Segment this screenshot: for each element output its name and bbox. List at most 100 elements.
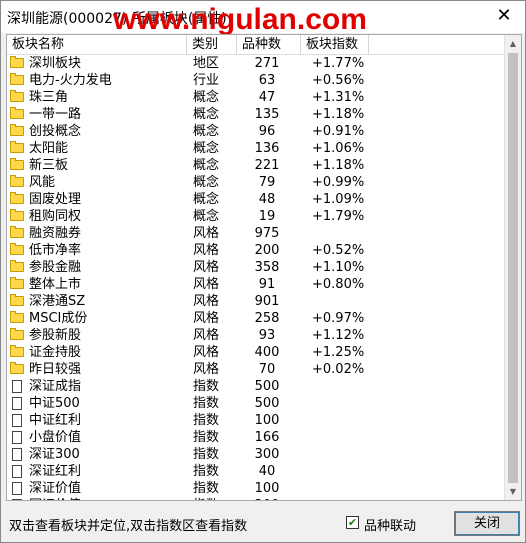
table-row[interactable]: 一带一路 概念 135 +1.18% [7, 106, 504, 123]
sector-name: 珠三角 [29, 90, 69, 105]
table-row[interactable]: 证金持股 风格 400 +1.25% [7, 344, 504, 361]
table-row[interactable]: 租购同权 概念 19 +1.79% [7, 208, 504, 225]
sector-change: +0.99% [312, 175, 365, 190]
folder-icon [10, 90, 24, 102]
link-checkbox[interactable]: ✔ [346, 516, 359, 529]
close-icon[interactable]: ✕ [493, 5, 515, 27]
sector-list[interactable]: 板块名称 类别 品种数 板块指数 深圳板块 地区 271 +1.77% 电力-火力发电 行… [6, 34, 522, 501]
sector-change: +1.25% [312, 345, 365, 360]
column-header-index[interactable]: 板块指数 [301, 35, 369, 54]
table-row[interactable]: 电力-火力发电 行业 63 +0.56% [7, 72, 504, 89]
sector-count: 93 [258, 328, 276, 343]
sector-type: 风格 [193, 328, 220, 343]
sector-name: 深证红利 [29, 464, 82, 479]
sector-type: 指数 [193, 430, 220, 445]
sector-count: 271 [254, 56, 280, 71]
table-row[interactable]: 低市净率 风格 200 +0.52% [7, 242, 504, 259]
doc-icon [12, 397, 22, 410]
table-row[interactable]: 新三板 概念 221 +1.18% [7, 157, 504, 174]
table-row[interactable]: 中证红利 指数 100 [7, 412, 504, 429]
sector-change: +1.18% [312, 158, 365, 173]
sector-count: 400 [254, 345, 280, 360]
sector-type: 风格 [193, 243, 220, 258]
table-row[interactable]: 参股金融 风格 358 +1.10% [7, 259, 504, 276]
sector-type: 指数 [193, 464, 220, 479]
sector-type: 指数 [193, 497, 219, 500]
folder-icon [10, 226, 24, 238]
list-body: 深圳板块 地区 271 +1.77% 电力-火力发电 行业 63 +0.56% 珠三角 概念 47 +… [7, 55, 504, 500]
sector-name: 太阳能 [29, 141, 69, 156]
sector-change: +0.56% [312, 73, 365, 88]
folder-icon [10, 175, 24, 187]
link-checkbox-label[interactable]: 品种联动 [364, 515, 416, 534]
title-bar[interactable]: 深圳能源(000027) 所属板块(属性) www.nigulan.com ✕ [1, 1, 525, 36]
sector-type: 风格 [193, 362, 220, 377]
sector-name: 创投概念 [29, 124, 82, 139]
sector-count: 258 [254, 311, 280, 326]
folder-icon [10, 209, 24, 221]
folder-icon [10, 73, 24, 85]
table-row[interactable]: 创投概念 概念 96 +0.91% [7, 123, 504, 140]
vertical-scrollbar[interactable]: ▲ ▼ [504, 35, 521, 500]
close-button[interactable]: 关闭 [454, 511, 520, 536]
sector-type: 风格 [193, 260, 220, 275]
folder-icon [10, 345, 24, 357]
table-row[interactable]: 珠三角 概念 47 +1.31% [7, 89, 504, 106]
column-header-type[interactable]: 类别 [187, 35, 237, 54]
scroll-thumb[interactable] [508, 53, 518, 483]
sector-name: 昨日较强 [29, 362, 82, 377]
table-row[interactable]: 小盘价值 指数 166 [7, 429, 504, 446]
folder-icon [10, 107, 24, 119]
sector-type: 风格 [193, 226, 220, 241]
sector-type: 概念 [193, 90, 220, 105]
watermark: www.nigulan.com [113, 3, 367, 36]
scroll-up-icon[interactable]: ▲ [505, 35, 521, 52]
sector-name: 一带一路 [29, 107, 82, 122]
sector-change: +0.80% [312, 277, 365, 292]
sector-name: 风能 [29, 175, 56, 190]
sector-count: 47 [258, 90, 276, 105]
sector-change: +1.18% [312, 107, 365, 122]
folder-icon [10, 277, 24, 289]
sector-type: 指数 [193, 447, 220, 462]
table-row[interactable]: 参股新股 风格 93 +1.12% [7, 327, 504, 344]
sector-change: +1.77% [312, 56, 365, 71]
table-row[interactable]: 国证价值 指数 200 [7, 497, 504, 500]
table-row[interactable]: MSCI成份 风格 258 +0.97% [7, 310, 504, 327]
sector-count: 48 [258, 192, 276, 207]
sector-count: 221 [254, 158, 280, 173]
sector-name: 新三板 [29, 158, 69, 173]
scroll-down-icon[interactable]: ▼ [505, 483, 521, 500]
sector-count: 70 [258, 362, 276, 377]
table-row[interactable]: 深港通SZ 风格 901 [7, 293, 504, 310]
table-row[interactable]: 太阳能 概念 136 +1.06% [7, 140, 504, 157]
column-header-name[interactable]: 板块名称 [7, 35, 187, 54]
table-row[interactable]: 深证红利 指数 40 [7, 463, 504, 480]
table-row[interactable]: 中证500 指数 500 [7, 395, 504, 412]
sector-change: +0.02% [312, 362, 365, 377]
sector-type: 指数 [193, 379, 220, 394]
column-header-count[interactable]: 品种数 [237, 35, 301, 54]
sector-count: 200 [239, 497, 295, 500]
folder-icon [10, 260, 24, 272]
sector-type: 风格 [193, 277, 220, 292]
sector-name: 参股新股 [29, 328, 82, 343]
table-row[interactable]: 整体上市 风格 91 +0.80% [7, 276, 504, 293]
sector-count: 200 [254, 243, 280, 258]
table-row[interactable]: 昨日较强 风格 70 +0.02% [7, 361, 504, 378]
table-row[interactable]: 深证300 指数 300 [7, 446, 504, 463]
sector-count: 166 [254, 430, 280, 445]
sector-name: 国证价值 [29, 497, 81, 500]
table-row[interactable]: 深证价值 指数 100 [7, 480, 504, 497]
sector-count: 96 [258, 124, 276, 139]
table-row[interactable]: 深圳板块 地区 271 +1.77% [7, 55, 504, 72]
sector-type: 风格 [193, 311, 220, 326]
table-row[interactable]: 深证成指 指数 500 [7, 378, 504, 395]
table-row[interactable]: 风能 概念 79 +0.99% [7, 174, 504, 191]
sector-count: 100 [254, 413, 280, 428]
sector-name: 小盘价值 [29, 430, 82, 445]
sector-count: 136 [254, 141, 280, 156]
sector-name: MSCI成份 [29, 311, 88, 326]
table-row[interactable]: 融资融券 风格 975 [7, 225, 504, 242]
table-row[interactable]: 固废处理 概念 48 +1.09% [7, 191, 504, 208]
